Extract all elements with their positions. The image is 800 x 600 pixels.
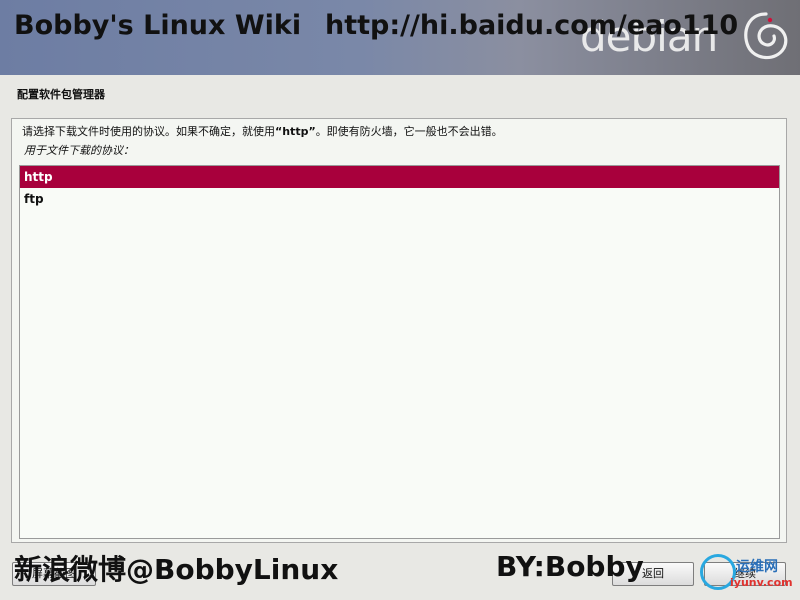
site-watermark: 运维网 iyunv.com bbox=[700, 552, 796, 596]
question-text-before: 请选择下载文件时使用的协议。如果不确定，就使用 bbox=[22, 125, 275, 138]
weibo-watermark: 新浪微博@BobbyLinux bbox=[14, 553, 339, 586]
list-item-http[interactable]: http bbox=[20, 166, 779, 188]
site-watermark-en: iyunv.com bbox=[730, 576, 793, 589]
page-title: 配置软件包管理器 bbox=[17, 88, 105, 101]
question-text-highlight: “http” bbox=[275, 125, 316, 138]
question-text: 请选择下载文件时使用的协议。如果不确定，就使用“http”。即使有防火墙，它一般… bbox=[22, 123, 503, 139]
debian-swirl-icon bbox=[744, 12, 788, 60]
author-watermark: BY:Bobby bbox=[496, 550, 644, 583]
protocol-list[interactable]: http ftp bbox=[19, 165, 780, 539]
header-banner: Bobby's Linux Wiki debian http://hi.baid… bbox=[0, 0, 800, 75]
list-label: 用于文件下载的协议： bbox=[24, 144, 134, 157]
list-item-ftp[interactable]: ftp bbox=[20, 188, 779, 210]
banner-title: Bobby's Linux Wiki bbox=[14, 10, 302, 41]
banner-url: http://hi.baidu.com/eao110 bbox=[325, 10, 739, 41]
question-text-after: 。即使有防火墙，它一般也不会出错。 bbox=[315, 125, 503, 138]
site-watermark-cn: 运维网 bbox=[736, 559, 778, 575]
